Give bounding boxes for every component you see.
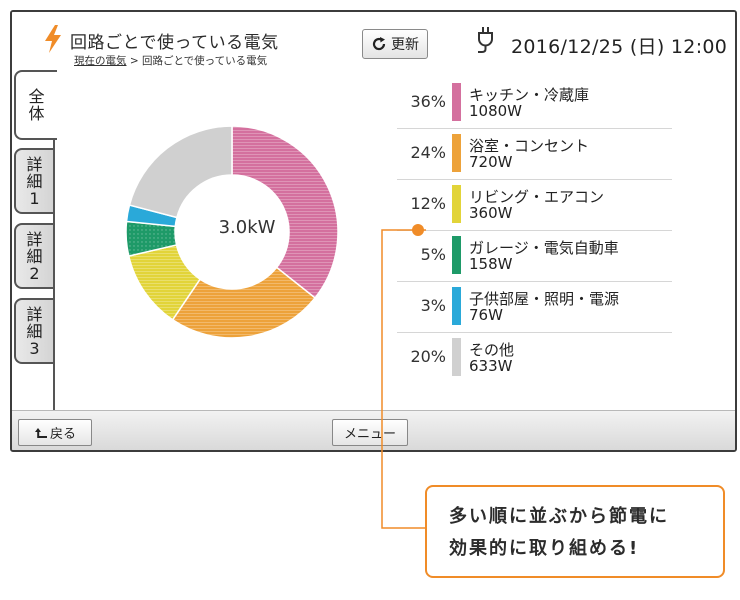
callout-box: 多い順に並ぶから節電に 効果的に取り組める! [425, 485, 725, 578]
tab-overall[interactable]: 全 体 [14, 70, 57, 140]
tab-label: 全 [28, 87, 45, 106]
callout-line-2: 効果的に取り組める! [449, 538, 640, 559]
callout-line-1: 多い順に並ぶから節電に [449, 506, 669, 527]
tab-label: 体 [28, 104, 45, 123]
